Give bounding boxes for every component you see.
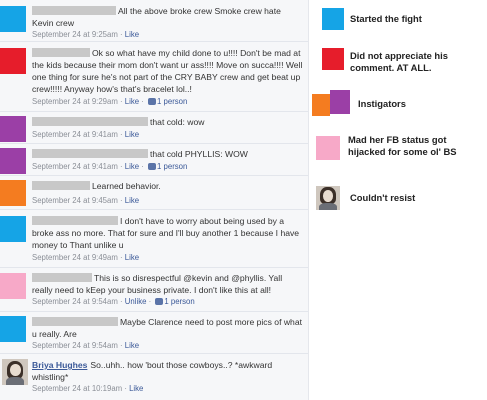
comment-meta: September 24 at 10:19am · Like bbox=[32, 384, 144, 393]
comment-timestamp: September 24 at 10:19am bbox=[32, 384, 123, 393]
like-link[interactable]: Like bbox=[125, 130, 139, 139]
likes-count-link[interactable]: 1 person bbox=[157, 97, 187, 106]
comment-meta: September 24 at 9:54am · Like bbox=[32, 341, 140, 350]
redacted-name bbox=[32, 273, 92, 282]
redacted-name bbox=[32, 48, 90, 57]
comment-timestamp: September 24 at 9:41am bbox=[32, 162, 118, 171]
legend-label: Couldn't resist bbox=[350, 192, 416, 203]
comment-item: Learned behavior. September 24 at 9:45am… bbox=[0, 176, 308, 210]
like-link[interactable]: Like bbox=[125, 30, 139, 39]
legend-swatch-purple bbox=[330, 90, 350, 114]
like-link[interactable]: Like bbox=[125, 162, 139, 171]
comment-meta: September 24 at 9:49am · Like bbox=[32, 253, 140, 262]
like-link[interactable]: Like bbox=[125, 97, 139, 106]
comment-meta: September 24 at 9:45am · Like bbox=[32, 196, 140, 205]
likes-count-link[interactable]: 1 person bbox=[164, 297, 194, 306]
legend-label: Started the fight bbox=[350, 13, 422, 24]
comment-text-block: This is so disrespectful @kevin and @phy… bbox=[32, 272, 304, 296]
legend-photo bbox=[316, 186, 340, 210]
comment-item: This is so disrespectful @kevin and @phy… bbox=[0, 268, 308, 312]
redacted-name bbox=[32, 181, 90, 190]
avatar-started-fight[interactable] bbox=[0, 6, 26, 32]
comment-text-block: Briya Hughes So..uhh.. how 'bout those co… bbox=[32, 359, 304, 383]
legend-swatch-pink bbox=[316, 136, 340, 160]
comment-timestamp: September 24 at 9:54am bbox=[32, 341, 118, 350]
legend-panel: Started the fight Did not appreciate his… bbox=[308, 0, 487, 400]
comment-meta: September 24 at 9:29am · Like · 1 person bbox=[32, 97, 188, 106]
likes-count-link[interactable]: 1 person bbox=[157, 162, 187, 171]
avatar-instigator[interactable] bbox=[0, 148, 26, 174]
comment-item: that cold PHYLLIS: WOW September 24 at 9… bbox=[0, 144, 308, 176]
like-link[interactable]: Like bbox=[125, 341, 139, 350]
comment-item: that cold: wow September 24 at 9:41am · … bbox=[0, 112, 308, 144]
legend-label: Mad her FB status got hijacked for some … bbox=[348, 134, 457, 157]
legend-swatch-red bbox=[322, 48, 344, 70]
comment-text-block: I don't have to worry about being used b… bbox=[32, 215, 304, 251]
like-link[interactable]: Like bbox=[125, 196, 139, 205]
redacted-name bbox=[32, 117, 148, 126]
comment-text-block: Maybe Clarence need to post more pics of… bbox=[32, 316, 304, 340]
avatar-photo[interactable] bbox=[2, 359, 28, 385]
comment-text-block: that cold PHYLLIS: WOW bbox=[32, 148, 304, 160]
comment-timestamp: September 24 at 9:45am bbox=[32, 196, 118, 205]
redacted-name bbox=[32, 317, 118, 326]
comment-meta: September 24 at 9:41am · Like bbox=[32, 130, 140, 139]
comment-text-block: All the above broke crew Smoke crew hate… bbox=[32, 5, 304, 29]
comment-meta: September 24 at 9:54am · Unlike · 1 pers… bbox=[32, 297, 195, 306]
thumbs-up-icon bbox=[148, 98, 157, 105]
comment-meta: September 24 at 9:41am · Like · 1 person bbox=[32, 162, 188, 171]
avatar-status-owner[interactable] bbox=[0, 273, 26, 299]
thumbs-up-icon bbox=[155, 298, 164, 305]
comment-text-block: Learned behavior. bbox=[32, 180, 304, 192]
profile-photo bbox=[2, 359, 28, 385]
avatar-instigator[interactable] bbox=[0, 180, 26, 206]
comment-timestamp: September 24 at 9:29am bbox=[32, 97, 118, 106]
legend-label: Instigators bbox=[358, 98, 406, 109]
unlike-link[interactable]: Unlike bbox=[125, 297, 147, 306]
profile-photo bbox=[316, 186, 340, 210]
avatar-instigator[interactable] bbox=[0, 116, 26, 142]
redacted-name bbox=[32, 6, 116, 15]
avatar-not-appreciate[interactable] bbox=[0, 48, 26, 74]
comment-item: All the above broke crew Smoke crew hate… bbox=[0, 0, 308, 42]
comment-timestamp: September 24 at 9:54am bbox=[32, 297, 118, 306]
legend-label: Did not appreciate his comment. AT ALL. bbox=[350, 50, 448, 73]
legend-swatch-orange bbox=[312, 94, 330, 116]
comment-text-block: Ok so what have my child done to u!!!! D… bbox=[32, 47, 304, 95]
like-link[interactable]: Like bbox=[125, 253, 139, 262]
comment-item: Briya Hughes So..uhh.. how 'bout those co… bbox=[0, 354, 308, 400]
thumbs-up-icon bbox=[148, 163, 157, 170]
avatar-started-fight[interactable] bbox=[0, 216, 26, 242]
comment-text-block: that cold: wow bbox=[32, 116, 304, 128]
like-link[interactable]: Like bbox=[129, 384, 143, 393]
comment-item: Ok so what have my child done to u!!!! D… bbox=[0, 42, 308, 112]
comment-timestamp: September 24 at 9:49am bbox=[32, 253, 118, 262]
redacted-name bbox=[32, 216, 118, 225]
comment-item: Maybe Clarence need to post more pics of… bbox=[0, 312, 308, 354]
comment-item: I don't have to worry about being used b… bbox=[0, 210, 308, 268]
comment-author-link[interactable]: Briya Hughes bbox=[32, 360, 87, 370]
comment-meta: September 24 at 9:25am · Like bbox=[32, 30, 140, 39]
legend-swatch-blue bbox=[322, 8, 344, 30]
comment-text: that cold PHYLLIS: WOW bbox=[150, 149, 248, 159]
comment-timestamp: September 24 at 9:25am bbox=[32, 30, 118, 39]
comment-timestamp: September 24 at 9:41am bbox=[32, 130, 118, 139]
comment-text: Learned behavior. bbox=[92, 181, 161, 191]
comment-thread: All the above broke crew Smoke crew hate… bbox=[0, 0, 309, 400]
avatar-started-fight[interactable] bbox=[0, 316, 26, 342]
comment-text: that cold: wow bbox=[150, 117, 205, 127]
redacted-name bbox=[32, 149, 148, 158]
